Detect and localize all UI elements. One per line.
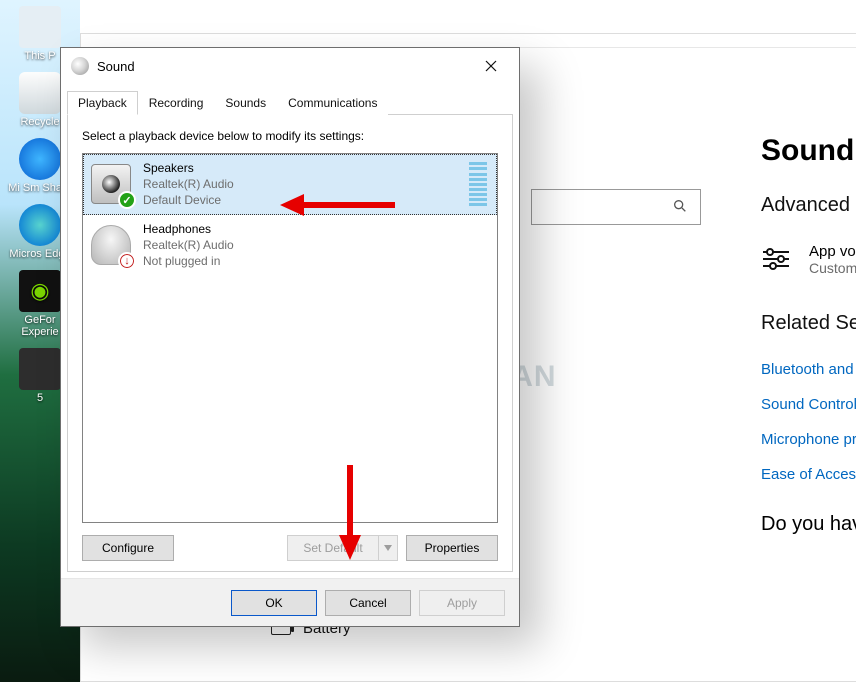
chevron-down-icon [384, 545, 392, 551]
desktop-icon-label: Recycle [20, 116, 59, 128]
device-name: Headphones [143, 221, 234, 237]
annotation-arrow-1 [280, 190, 400, 220]
link-ease-of-access-audio[interactable]: Ease of Access audio se [761, 466, 856, 483]
window-title: Sound [97, 59, 135, 74]
link-sound-control-panel[interactable]: Sound Control Panel [761, 396, 856, 413]
tab-sounds[interactable]: Sounds [214, 91, 277, 115]
tab-communications[interactable]: Communications [277, 91, 388, 115]
edge-icon [19, 204, 61, 246]
recycle-bin-icon [19, 72, 61, 114]
cancel-button[interactable]: Cancel [325, 590, 411, 616]
device-name: Speakers [143, 160, 234, 176]
playback-panel: Select a playback device below to modify… [67, 114, 513, 572]
properties-button[interactable]: Properties [406, 535, 498, 561]
dialog-footer: OK Cancel Apply [61, 578, 519, 626]
app-volume-sub: Customise app v [809, 260, 856, 276]
configure-button[interactable]: Configure [82, 535, 174, 561]
camera-icon [19, 348, 61, 390]
headphones-icon: ↓ [91, 225, 131, 265]
link-microphone-privacy[interactable]: Microphone privacy se [761, 431, 856, 448]
titlebar[interactable]: Sound [61, 48, 519, 84]
pc-icon [19, 6, 61, 48]
desktop-icon-label: This P [24, 50, 55, 62]
speaker-icon: ✓ [91, 164, 131, 204]
search-icon [672, 198, 688, 217]
device-status: Default Device [143, 192, 234, 208]
section-heading-related: Related Settings [761, 312, 856, 335]
tabstrip: Playback Recording Sounds Communications [61, 84, 519, 114]
tab-recording[interactable]: Recording [138, 91, 215, 115]
mixer-icon [761, 247, 791, 267]
settings-titlebar [81, 34, 856, 48]
set-default-button: Set Default [287, 535, 379, 561]
unplugged-badge-icon: ↓ [118, 252, 136, 270]
level-meter [469, 162, 487, 206]
mi-icon [19, 138, 61, 180]
desktop-icon-label: 5 [37, 392, 43, 404]
settings-content: Sound Advanced sound App volume d Custom… [761, 134, 856, 536]
close-button[interactable] [469, 50, 513, 82]
desktop-icon-label: GeFor Experie [21, 314, 58, 338]
sound-dialog: Sound Playback Recording Sounds Communic… [60, 47, 520, 627]
close-icon [485, 60, 497, 72]
device-row-headphones[interactable]: ↓ Headphones Realtek(R) Audio Not plugge… [83, 215, 497, 276]
app-volume-title: App volume d [809, 243, 856, 260]
ok-button[interactable]: OK [231, 590, 317, 616]
question-heading: Do you have a q [761, 513, 856, 536]
link-bluetooth[interactable]: Bluetooth and other de [761, 361, 856, 378]
device-status: Not plugged in [143, 253, 234, 269]
nvidia-icon [19, 270, 61, 312]
annotation-arrow-2 [335, 465, 365, 560]
tab-playback[interactable]: Playback [67, 91, 138, 115]
default-check-badge-icon: ✓ [118, 191, 136, 209]
device-driver: Realtek(R) Audio [143, 176, 234, 192]
page-title: Sound [761, 134, 856, 168]
apply-button: Apply [419, 590, 505, 616]
app-volume-row[interactable]: App volume d Customise app v [761, 243, 856, 276]
sound-title-icon [71, 57, 89, 75]
instruction-text: Select a playback device below to modify… [82, 129, 498, 143]
section-heading-advanced: Advanced sound [761, 194, 856, 217]
device-driver: Realtek(R) Audio [143, 237, 234, 253]
settings-search[interactable] [531, 189, 701, 225]
set-default-dropdown [378, 535, 398, 561]
